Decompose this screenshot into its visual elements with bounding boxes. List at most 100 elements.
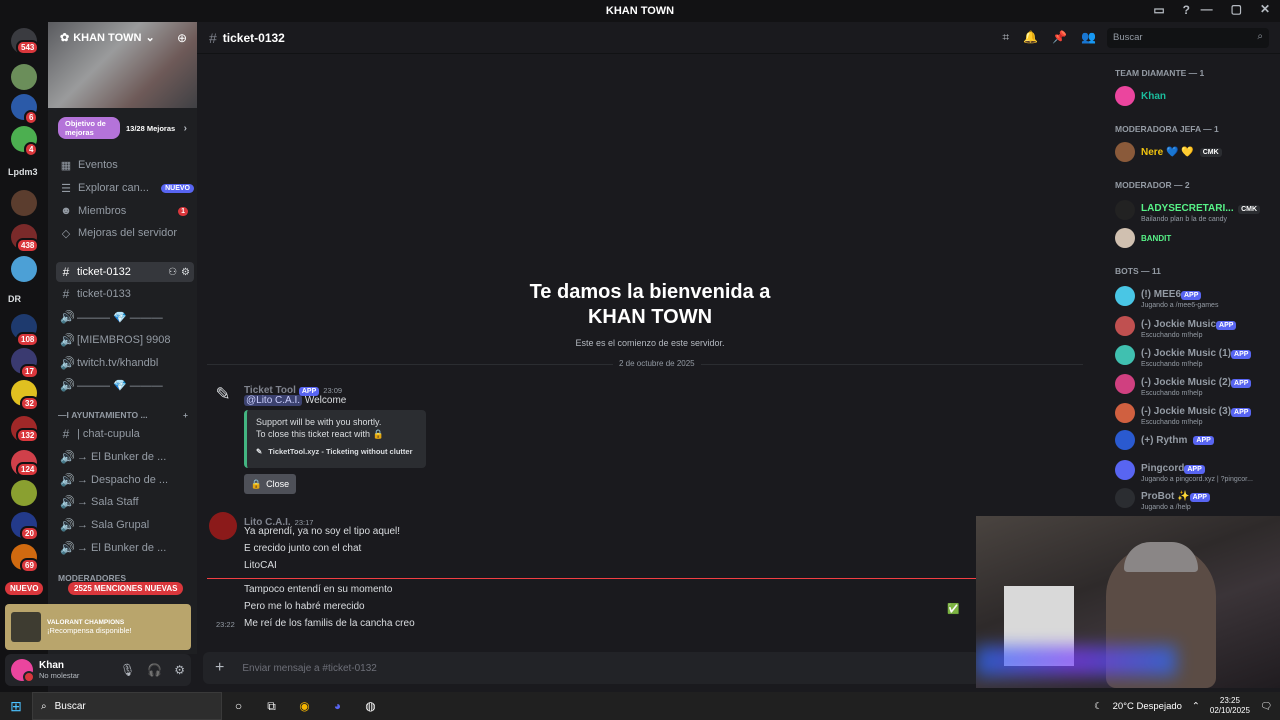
voice-channel[interactable]: 🔊 [MIEMBROS] 9908 (56, 330, 194, 350)
chevron-up-icon[interactable]: ⌃ (1192, 701, 1200, 712)
hash-icon: # (209, 29, 217, 46)
member-name: Pingcord (1141, 462, 1185, 474)
inbox-icon[interactable]: ▭ (1153, 3, 1164, 17)
add-member-icon[interactable]: ⚇ (168, 267, 177, 278)
server-icon[interactable] (11, 480, 37, 506)
channel-ticket-0132[interactable]: # ticket-0132 ⚇ ⚙ (56, 262, 194, 282)
member-item[interactable]: LADYSECRETARI... CMK Bailando plan b la … (1115, 196, 1275, 224)
member-item[interactable]: Khan (1115, 84, 1275, 108)
member-item[interactable]: ProBot ✨ APP Jugando a /help (1115, 484, 1275, 512)
voice-channel[interactable]: 🔊 ——— 💎 ——— (56, 375, 194, 395)
message-composer[interactable]: + Enviar mensaje a #ticket-0132 (203, 652, 980, 684)
category-ayuntamiento[interactable]: —ι AYUNTAMIENTO ... + (58, 410, 188, 420)
server-label[interactable]: DR (8, 294, 21, 304)
member-item[interactable]: BANDIT (1115, 226, 1275, 250)
maximize-button[interactable]: ▢ (1231, 2, 1242, 16)
member-item[interactable]: Pingcord APP Jugando a pingcord.xyz | ?pi… (1115, 456, 1275, 484)
new-servers-pill[interactable]: NUEVO (5, 582, 44, 595)
server-badge: 69 (20, 558, 39, 573)
voice-channel[interactable]: 🔊 → Sala Staff (56, 492, 194, 512)
voice-channel[interactable]: 🔊 twitch.tv/khandbl (56, 353, 194, 373)
menu-server-boosts[interactable]: ◇ Mejoras del servidor (56, 223, 194, 243)
member-item[interactable]: (-) Jockie Music (1) APP Escuchando m!hel… (1115, 341, 1275, 369)
member-item[interactable]: Nere 💙 💛 CMK (1115, 140, 1275, 164)
weather-icon[interactable]: ☾ (1094, 701, 1103, 712)
channel-ticket-0133[interactable]: # ticket-0133 (56, 284, 194, 304)
gear-icon[interactable]: ⚙ (181, 267, 190, 278)
server-banner: ✿ KHAN TOWN ⌄ ⊕ (48, 22, 197, 108)
message-line: E crecido junto con el chat (244, 543, 362, 554)
voice-channel[interactable]: 🔊 → Despacho de ... (56, 470, 194, 490)
add-attachment-icon[interactable]: + (215, 659, 224, 677)
new-mentions-pill[interactable]: 2525 MENCIONES NUEVAS (68, 582, 184, 595)
help-icon[interactable]: ? (1183, 3, 1190, 17)
member-status: Escuchando m!help (1141, 418, 1203, 426)
member-item[interactable]: (!) MEE6 APP Jugando a /mee6-games (1115, 282, 1275, 310)
category-label: —ι AYUNTAMIENTO ... (58, 410, 148, 420)
server-name-button[interactable]: ✿ KHAN TOWN ⌄ (60, 31, 155, 45)
server-label[interactable]: Lpdm3 (8, 167, 38, 177)
search-placeholder: Buscar (1113, 32, 1143, 43)
chat-area: Te damos la bienvenida a KHAN TOWN Este … (197, 54, 1103, 654)
threads-icon[interactable]: ⌗ (1002, 30, 1009, 45)
notification-icon[interactable]: 🗨 (1260, 701, 1272, 712)
message-line: LitoCAI (244, 560, 277, 571)
gear-icon[interactable]: ⚙ (174, 663, 185, 677)
microphone-icon[interactable]: 🎙 (120, 663, 135, 677)
server-icon[interactable] (11, 190, 37, 216)
minimize-button[interactable]: — (1201, 2, 1213, 16)
close-button[interactable]: ✕ (1260, 2, 1270, 16)
obs-icon[interactable]: ◍ (354, 699, 387, 713)
member-item[interactable]: (-) Jockie Music (3) APP Escuchando m!hel… (1115, 399, 1275, 427)
channel-label: [MIEMBROS] 9908 (77, 334, 171, 346)
reward-banner[interactable]: VALORANT CHAMPIONS ¡Recompensa disponibl… (5, 604, 191, 650)
pin-icon[interactable]: 📌 (1052, 30, 1067, 45)
ticket-tool-avatar[interactable]: ✎ (209, 380, 237, 408)
webcam-cap (1124, 542, 1198, 572)
calendar-icon: ▦ (60, 159, 72, 172)
app-tag: APP (1216, 320, 1237, 330)
taskbar-search[interactable]: ⌕ Buscar (32, 692, 222, 720)
bell-icon[interactable]: 🔔 (1023, 30, 1038, 45)
reward-title: VALORANT CHAMPIONS (47, 619, 125, 626)
new-messages-divider (207, 578, 977, 579)
user-mention[interactable]: @Lito C.A.I. (244, 395, 303, 406)
server-icon[interactable] (11, 256, 37, 282)
avatar[interactable] (209, 512, 237, 540)
menu-explore-channels[interactable]: ☰ Explorar can... NUEVO (56, 178, 194, 198)
clock[interactable]: 23:25 02/10/2025 (1210, 696, 1250, 716)
task-view-icon[interactable]: ⧉ (255, 699, 288, 714)
chrome-icon[interactable]: ◉ (288, 699, 321, 713)
boost-progress[interactable]: Objetivo de mejoras 13/28 Mejoras › (58, 116, 187, 140)
voice-channel[interactable]: 🔊 ——— 💎 ——— (56, 307, 194, 327)
member-tag: CMK (1199, 147, 1222, 157)
reaction-icon[interactable]: ✅ (947, 604, 959, 615)
discord-icon[interactable]: ◕ (321, 699, 354, 713)
channel-label: ticket-0132 (77, 266, 131, 278)
invite-user-icon[interactable]: ⊕ (177, 31, 187, 45)
add-channel-icon[interactable]: + (183, 410, 188, 420)
server-icon[interactable] (11, 64, 37, 90)
voice-channel[interactable]: 🔊 → Sala Grupal (56, 515, 194, 535)
voice-channel[interactable]: 🔊 → El Bunker de ... (56, 538, 194, 558)
webcam-led-strip (976, 646, 1176, 676)
channel-label: → Despacho de ... (77, 474, 169, 486)
close-ticket-button[interactable]: 🔒 Close (244, 474, 296, 494)
channel-chat-cupula[interactable]: # | chat-cupula (56, 424, 194, 444)
server-badge: 32 (20, 396, 39, 411)
avatar (1115, 228, 1135, 248)
search-input[interactable]: Buscar ⌕ (1107, 28, 1269, 48)
member-list-icon[interactable]: 👥 (1081, 30, 1096, 45)
member-item[interactable]: (-) Jockie Music (2) APP Escuchando m!hel… (1115, 370, 1275, 398)
member-item[interactable]: (+) Rythm APP (1115, 428, 1275, 452)
avatar[interactable] (11, 659, 35, 683)
headphones-icon[interactable]: 🎧 (147, 663, 162, 677)
cortana-icon[interactable]: ○ (222, 699, 255, 713)
menu-events[interactable]: ▦ Eventos (56, 155, 194, 175)
weather-text[interactable]: 20°C Despejado (1113, 701, 1182, 712)
member-status: Jugando a pingcord.xyz | ?pingcor... (1141, 475, 1253, 483)
voice-channel[interactable]: 🔊 → El Bunker de ... (56, 447, 194, 467)
menu-members[interactable]: ☻ Miembros 1 (56, 201, 194, 221)
windows-start-icon[interactable]: ⊞ (0, 698, 32, 715)
member-item[interactable]: (-) Jockie Music APP Escuchando m!help (1115, 312, 1275, 340)
